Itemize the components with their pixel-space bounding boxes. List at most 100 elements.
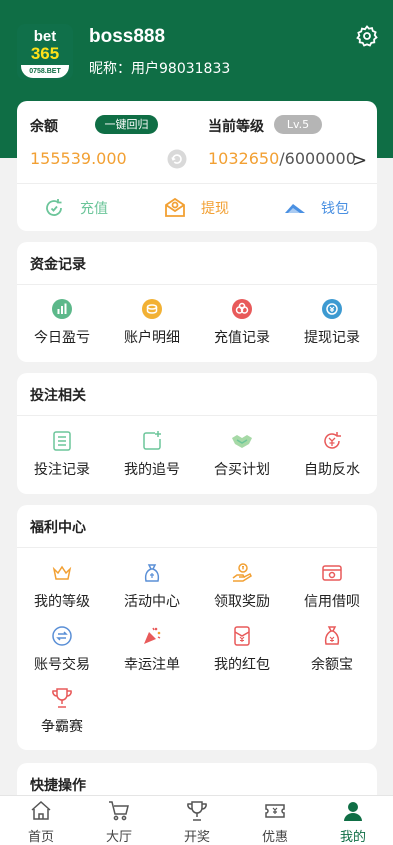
- grid-item-label: 余额宝: [311, 657, 353, 673]
- logo-site: 0758.BET: [21, 65, 69, 78]
- grid-item-label: 幸运注单: [124, 657, 180, 673]
- grid-item-label: 投注记录: [34, 462, 90, 478]
- records-icon: [232, 299, 252, 319]
- grid-item-label: 争霸赛: [41, 719, 83, 735]
- refresh-icon[interactable]: [167, 149, 187, 169]
- divider: [17, 183, 377, 184]
- grid-item-balance-treasure[interactable]: 余额宝: [287, 625, 377, 674]
- grid-item-label: 账户明细: [124, 330, 180, 346]
- grid-item-label: 我的等级: [34, 594, 90, 610]
- tab-label: 优惠: [261, 830, 288, 845]
- grid-item-withdraw-records[interactable]: 提现记录: [287, 298, 377, 347]
- divider: [17, 284, 377, 285]
- coins-icon: [142, 299, 162, 319]
- reward-icon: [232, 563, 252, 582]
- tab-label: 我的: [339, 830, 366, 845]
- trophy-icon: [52, 688, 72, 708]
- chase-icon: [143, 431, 161, 450]
- one-key-return-button[interactable]: 一键回归: [95, 115, 158, 134]
- logo-text-top: bet: [33, 28, 57, 45]
- grid-item-activity-center[interactable]: 活动中心: [107, 562, 197, 611]
- crown-icon: [52, 565, 72, 580]
- grid-item-label: 提现记录: [304, 330, 360, 346]
- grid-item-my-level[interactable]: 我的等级: [17, 562, 107, 611]
- grid-item-label: 今日盈亏: [34, 330, 90, 346]
- welfare-section: 福利中心 我的等级 活动中心 领取奖励 信用借呗 账号交易 幸运注单 我的红包 …: [17, 505, 377, 750]
- grid-item-label: 信用借呗: [304, 594, 360, 610]
- wallet-button[interactable]: 钱包: [283, 195, 349, 221]
- withdraw-record-icon: [322, 299, 342, 319]
- red-envelope-icon: [234, 626, 250, 646]
- divider: [17, 547, 377, 548]
- grid-item-label: 我的追号: [124, 462, 180, 478]
- grid-item-recharge-records[interactable]: 充值记录: [197, 298, 287, 347]
- funds-title: 资金记录: [30, 257, 86, 273]
- rebate-icon: [324, 432, 341, 449]
- quick-title: 快捷操作: [30, 778, 86, 794]
- withdraw-icon: [165, 197, 185, 217]
- balance-card: 余额 一键回归 当前等级 Lv.5 155539.000 1032650/600…: [17, 101, 377, 231]
- tab-results[interactable]: 开奖: [158, 796, 236, 845]
- balance-label: 余额: [30, 119, 58, 135]
- level-progress: 1032650/6000000: [208, 149, 356, 168]
- tab-bar: 首页 大厅 开奖 优惠 我的: [0, 795, 393, 845]
- withdraw-label: 提现: [201, 201, 229, 217]
- recharge-icon: [46, 199, 62, 216]
- tab-label: 开奖: [183, 830, 210, 845]
- grid-item-label: 我的红包: [214, 657, 270, 673]
- grid-item-today-profit[interactable]: 今日盈亏: [17, 298, 107, 347]
- person-icon: [344, 802, 362, 821]
- tab-label: 首页: [27, 830, 54, 845]
- grid-item-label: 活动中心: [124, 594, 180, 610]
- level-detail-arrow[interactable]: >: [352, 150, 367, 171]
- cart-icon: [109, 801, 129, 821]
- grid-item-championship[interactable]: 争霸赛: [17, 687, 107, 736]
- wallet-label: 钱包: [321, 201, 349, 217]
- tab-home[interactable]: 首页: [2, 796, 80, 845]
- funds-section: 资金记录 今日盈亏 账户明细 充值记录 提现记录: [17, 242, 377, 362]
- trophy-icon: [187, 801, 207, 821]
- grid-item-account-detail[interactable]: 账户明细: [107, 298, 197, 347]
- tab-mine[interactable]: 我的: [314, 796, 392, 845]
- gear-icon[interactable]: [355, 24, 379, 48]
- betting-title: 投注相关: [30, 388, 86, 404]
- grid-item-label: 合买计划: [214, 462, 270, 478]
- exp-current: 1032650: [208, 149, 280, 168]
- nickname: 昵称：用户98031833: [89, 61, 231, 77]
- username: boss888: [89, 26, 166, 47]
- grid-item-lucky-bet[interactable]: 幸运注单: [107, 625, 197, 674]
- grid-item-claim-reward[interactable]: 领取奖励: [197, 562, 287, 611]
- tab-lobby[interactable]: 大厅: [80, 796, 158, 845]
- grid-item-my-chase[interactable]: 我的追号: [107, 430, 197, 479]
- grid-item-account-trade[interactable]: 账号交易: [17, 625, 107, 674]
- tab-promotions[interactable]: 优惠: [236, 796, 314, 845]
- withdraw-button[interactable]: 提现: [163, 195, 229, 221]
- home-icon: [31, 800, 51, 820]
- grid-item-label: 自助反水: [304, 462, 360, 478]
- avatar[interactable]: bet 365 0758.BET: [17, 24, 73, 80]
- grid-item-self-rebate[interactable]: 自助反水: [287, 430, 377, 479]
- grid-item-label: 充值记录: [214, 330, 270, 346]
- balance-amount: 155539.000: [30, 149, 127, 168]
- exp-max: 6000000: [284, 149, 356, 168]
- grid-item-label: 账号交易: [34, 657, 90, 673]
- grid-item-my-red-envelope[interactable]: 我的红包: [197, 625, 287, 674]
- list-icon: [53, 431, 71, 451]
- gift-bag-icon: [144, 564, 160, 582]
- grid-item-group-buy[interactable]: 合买计划: [197, 430, 287, 479]
- credit-card-icon: [322, 565, 342, 581]
- betting-section: 投注相关 投注记录 我的追号 合买计划 自助反水: [17, 373, 377, 494]
- ticket-icon: [265, 804, 285, 818]
- logo-text-number: 365: [30, 44, 60, 63]
- grid-item-bet-records[interactable]: 投注记录: [17, 430, 107, 479]
- level-badge: Lv.5: [274, 115, 322, 134]
- divider: [17, 415, 377, 416]
- grid-item-label: 领取奖励: [214, 594, 270, 610]
- welfare-title: 福利中心: [30, 520, 86, 536]
- money-bag-icon: [324, 626, 340, 645]
- recharge-label: 充值: [80, 201, 108, 217]
- party-popper-icon: [144, 627, 161, 644]
- grid-item-credit-loan[interactable]: 信用借呗: [287, 562, 377, 611]
- recharge-button[interactable]: 充值: [42, 195, 108, 221]
- tab-label: 大厅: [105, 830, 132, 845]
